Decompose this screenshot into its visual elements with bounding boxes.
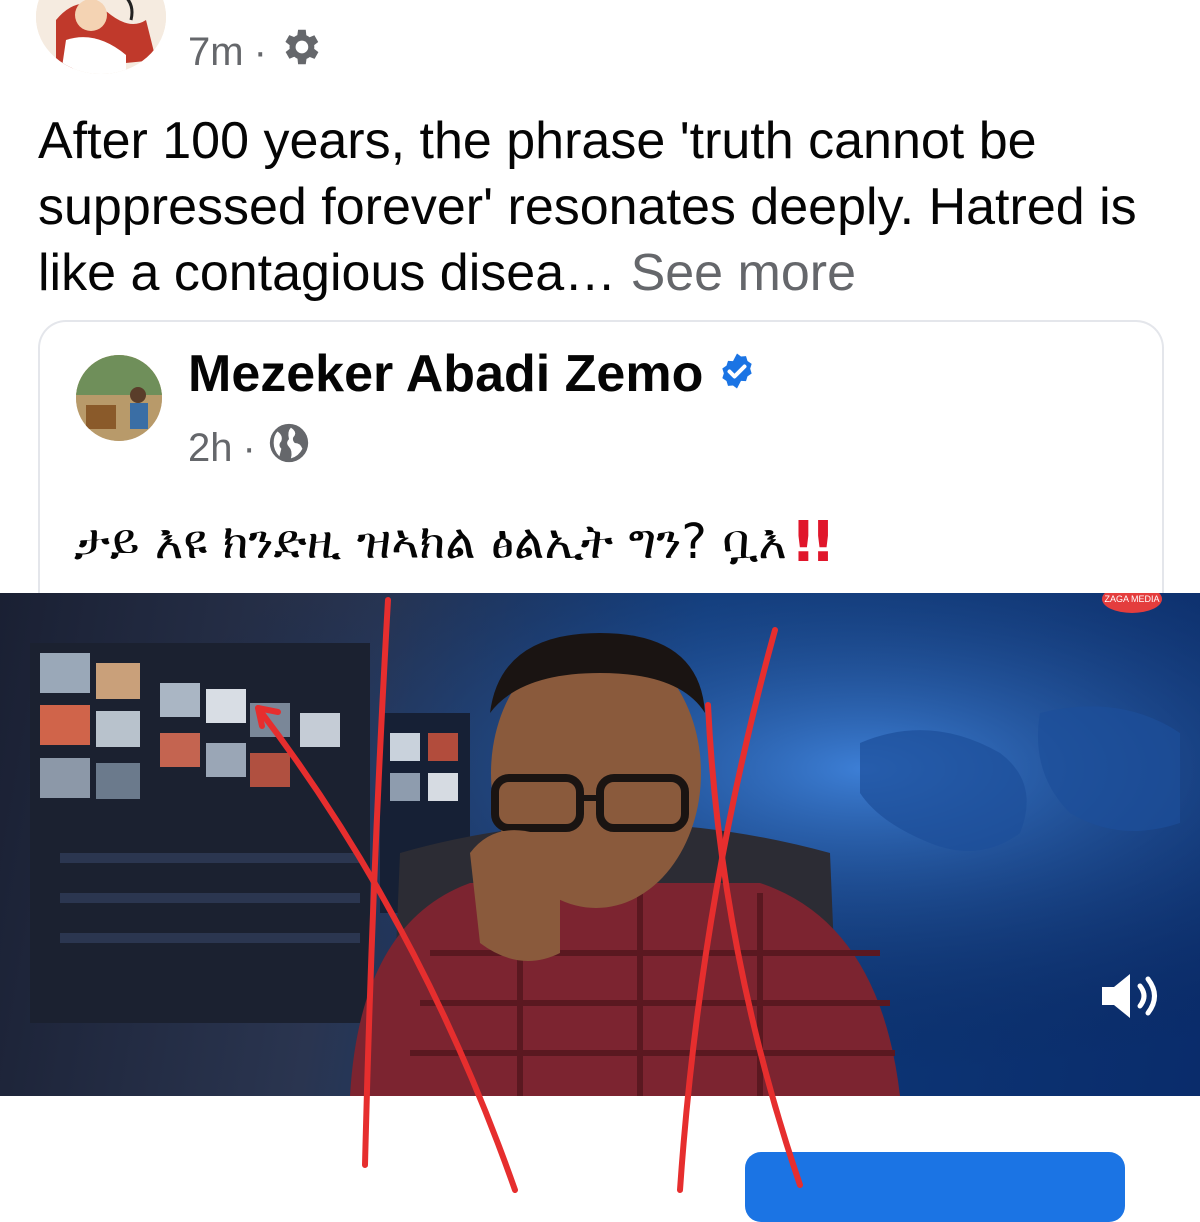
channel-logo: ZAGA MEDIA — [1104, 594, 1159, 604]
shared-post-meta: 2h · — [188, 420, 312, 476]
post-text: After 100 years, the phrase 'truth canno… — [38, 112, 1137, 302]
globe-icon — [266, 420, 312, 476]
author-avatar[interactable] — [36, 0, 166, 74]
meta-separator: · — [242, 425, 256, 470]
video-player[interactable]: ZAGA MEDIA — [0, 593, 1200, 1096]
shared-post-time[interactable]: 2h — [188, 426, 233, 471]
meta-separator: · — [253, 29, 267, 74]
shared-author: Mezeker Abadi Zemo — [188, 344, 757, 404]
post-body: After 100 years, the phrase 'truth canno… — [38, 108, 1168, 306]
video-frame: ZAGA MEDIA — [0, 593, 1200, 1096]
shared-post-text: ታይ እዩ ክንድዚ ዝኣክል ፅልኢት ግን? ቧእ — [74, 514, 787, 570]
post-time[interactable]: 7m — [188, 30, 244, 75]
gear-icon[interactable] — [277, 24, 323, 80]
shared-author-avatar[interactable] — [76, 355, 162, 441]
double-exclamation-emoji: !! — [790, 510, 836, 575]
shared-post-body: ታይ እዩ ክንድዚ ዝኣክል ፅልኢት ግን? ቧእ !! — [74, 510, 836, 575]
post-meta: 7m · — [188, 24, 323, 80]
shared-author-name[interactable]: Mezeker Abadi Zemo — [188, 344, 703, 404]
see-more-link[interactable]: See more — [631, 244, 856, 302]
verified-badge-icon — [717, 344, 757, 404]
volume-icon[interactable] — [1098, 971, 1164, 1026]
call-to-action-button[interactable] — [745, 1152, 1125, 1222]
